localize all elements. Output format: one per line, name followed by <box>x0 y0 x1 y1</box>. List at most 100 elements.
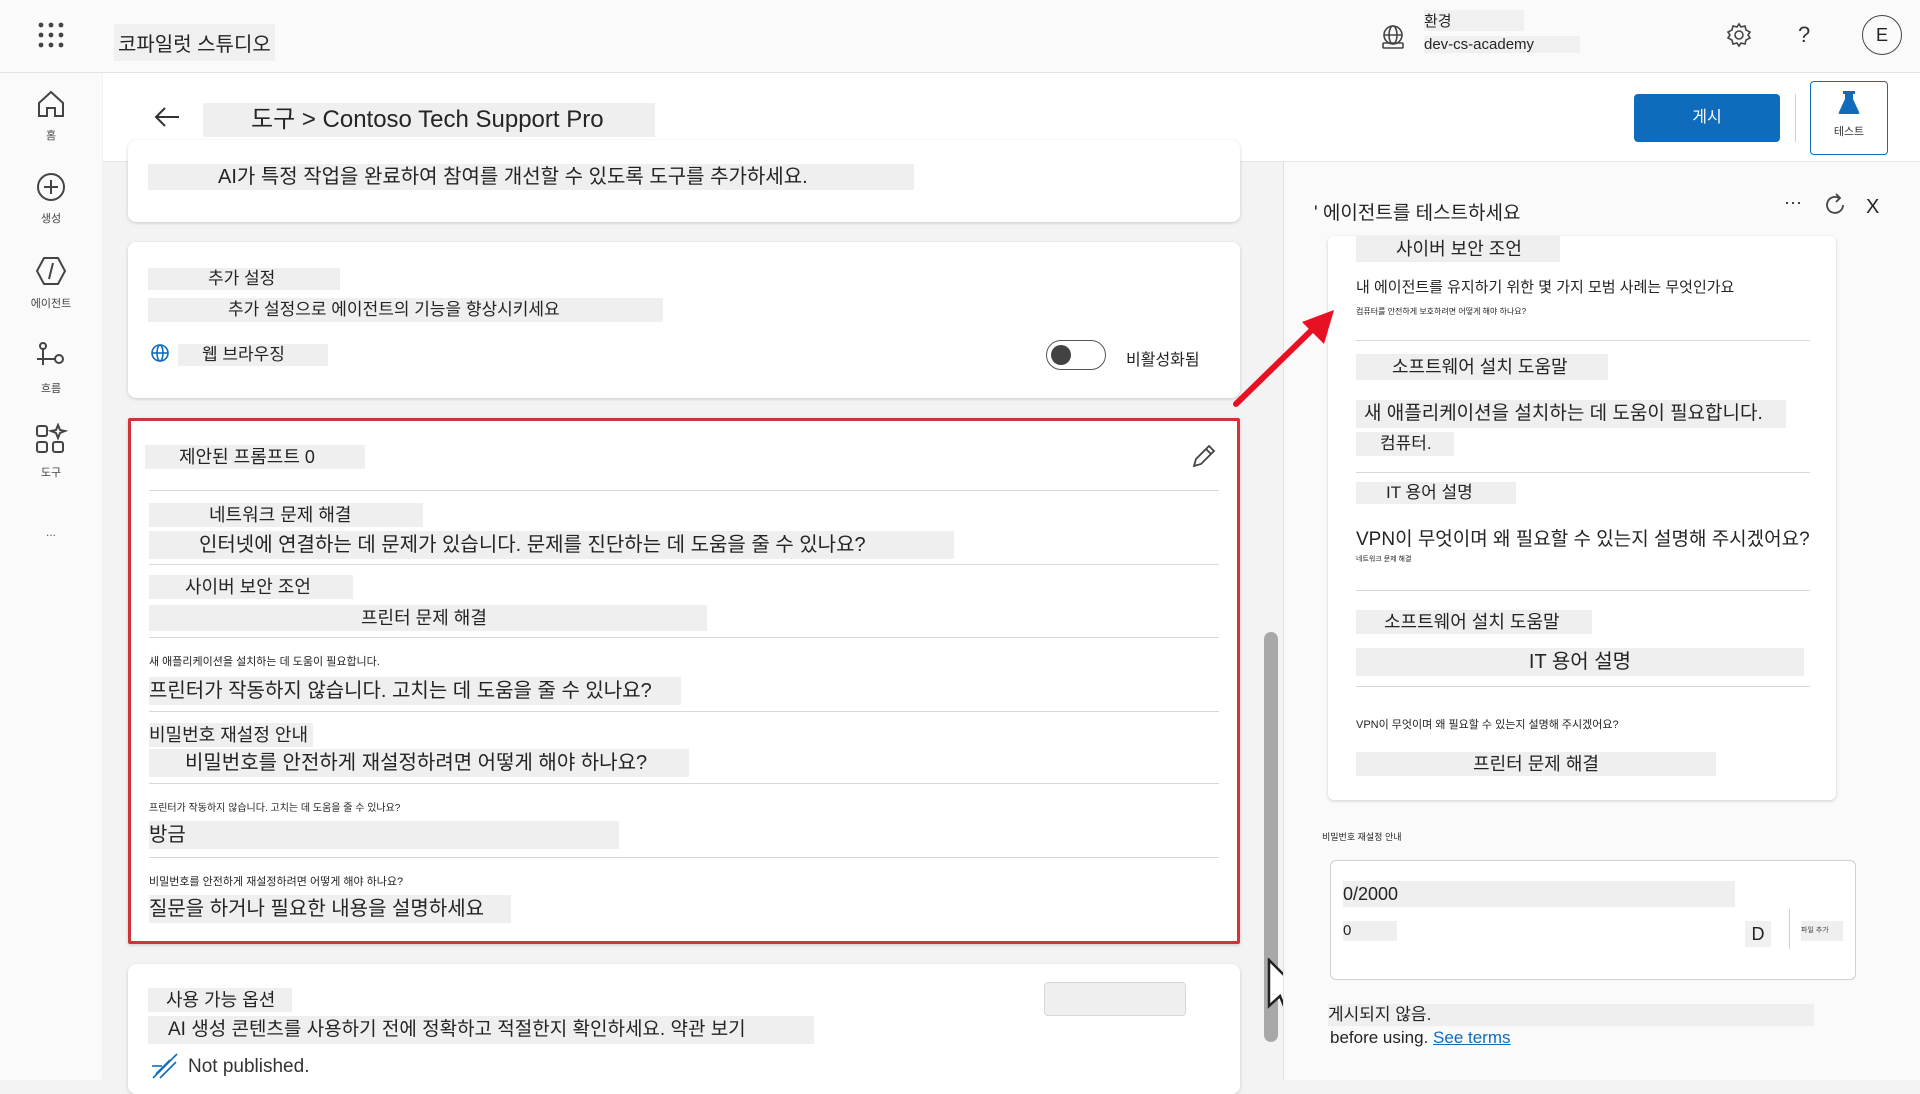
toggle-status: 비활성화됨 <box>1126 352 1200 369</box>
prompts-divider <box>149 637 1219 638</box>
nav-create[interactable]: 생성 <box>0 171 102 226</box>
test-button-label: 테스트 <box>1833 126 1865 138</box>
prompts-divider <box>149 783 1219 784</box>
suggestion-text[interactable]: 내 에이전트를 유지하기 위한 몇 가지 모범 사례는 무엇인가요 <box>1356 276 1734 297</box>
prompt-text: 프린터 문제 해결 <box>149 605 707 631</box>
disclaimer-line-2: before using. See terms <box>1330 1028 1511 1048</box>
input-divider <box>1789 909 1790 949</box>
left-nav-rail: 홈 생성 에이전트 흐름 도구 ... <box>0 73 102 1080</box>
quill-icon <box>150 1052 180 1080</box>
help-button[interactable]: ? <box>1798 22 1810 48</box>
top-bar: 코파일럿 스튜디오 환경 dev-cs-academy ? E <box>0 0 1920 73</box>
edit-pencil-icon[interactable] <box>1189 443 1217 471</box>
nav-tools[interactable]: 도구 <box>0 422 102 480</box>
suggestion-title[interactable]: 사이버 보안 조언 <box>1356 236 1560 262</box>
environment-value[interactable]: dev-cs-academy <box>1424 36 1580 53</box>
refresh-icon[interactable] <box>1822 192 1848 218</box>
app-launcher-icon[interactable] <box>38 22 64 48</box>
see-terms-link[interactable]: See terms <box>1433 1028 1510 1047</box>
suggested-prompts-card: 제안된 프롬프트 0 네트워크 문제 해결 인터넷에 연결하는 데 문제가 있습… <box>128 418 1240 944</box>
send-button[interactable]: D <box>1745 921 1771 947</box>
flask-icon <box>1838 91 1860 114</box>
nav-flows-label: 흐름 <box>40 383 62 395</box>
char-count: 0/2000 <box>1343 881 1735 907</box>
nav-flows[interactable]: 흐름 <box>0 341 102 396</box>
prompt-title: 프린터가 작동하지 않습니다. 고치는 데 도움을 줄 수 있나요? <box>149 803 401 814</box>
prompts-divider <box>149 711 1219 712</box>
disclaimer-before-using: before using. <box>1330 1028 1429 1047</box>
globe-icon <box>150 342 170 364</box>
prompt-title: 사이버 보안 조언 <box>149 575 353 599</box>
test-agent-panel: ' 에이전트를 테스트하세요 ··· X 사이버 보안 조언 내 에이전트를 유… <box>1283 162 1920 1080</box>
nav-agents[interactable]: 에이전트 <box>0 254 102 311</box>
annotation-arrow-icon <box>1226 306 1342 410</box>
home-icon <box>38 90 64 117</box>
prompt-title: 비밀번호 재설정 안내 <box>149 723 313 747</box>
available-options-card: 사용 가능 옵션 AI 생성 콘텐츠를 사용하기 전에 정확하고 적절한지 확인… <box>128 964 1240 1094</box>
options-badge <box>1044 982 1186 1016</box>
nav-agents-label: 에이전트 <box>30 298 72 310</box>
options-title: 사용 가능 옵션 <box>148 988 292 1012</box>
suggestion-title[interactable]: VPN이 무엇이며 왜 필요할 수 있는지 설명해 주시겠어요? <box>1356 716 1619 732</box>
suggestion-text[interactable]: VPN이 무엇이며 왜 필요할 수 있는지 설명해 주시겠어요? <box>1356 524 1810 551</box>
suggestions-card: 사이버 보안 조언 내 에이전트를 유지하기 위한 몇 가지 모범 사례는 무엇… <box>1328 236 1836 800</box>
suggestion-divider <box>1356 472 1810 473</box>
plus-circle-icon <box>37 173 65 201</box>
close-panel-button[interactable]: X <box>1866 196 1879 219</box>
web-browsing-label: 웹 브라우징 <box>178 344 328 366</box>
settings-gear-icon[interactable] <box>1726 22 1752 48</box>
agents-icon <box>35 257 67 285</box>
prompt-title: 네트워크 문제 해결 <box>149 503 423 527</box>
flows-icon <box>37 342 64 365</box>
prompt-text: 질문을 하거나 필요한 내용을 설명하세요 <box>149 895 511 923</box>
settings-subtitle: 추가 설정으로 에이전트의 기능을 향상시키세요 <box>148 298 663 322</box>
prompt-title: 비밀번호를 안전하게 재설정하려면 어떻게 해야 하나요? <box>149 876 404 888</box>
prompts-divider <box>149 857 1219 858</box>
suggestion-text[interactable]: 새 애플리케이션을 설치하는 데 도움이 필요합니다. <box>1356 400 1786 428</box>
suggestion-small: 네트워크 문제 해결 <box>1356 556 1412 563</box>
breadcrumb: 도구 > Contoso Tech Support Pro <box>203 103 655 137</box>
nav-home-label: 홈 <box>45 130 57 142</box>
nav-home[interactable]: 홈 <box>0 88 102 143</box>
prompt-text: 방금 <box>149 821 619 849</box>
prompt-text: 인터넷에 연결하는 데 문제가 있습니다. 문제를 진단하는 데 도움을 줄 수… <box>149 531 954 559</box>
prompt-text: 비밀번호를 안전하게 재설정하려면 어떻게 해야 하나요? <box>149 749 689 777</box>
suggestion-title[interactable]: 소프트웨어 설치 도움말 <box>1356 354 1608 380</box>
test-panel-title: ' 에이전트를 테스트하세요 <box>1314 203 1521 224</box>
tools-description: AI가 특정 작업을 완료하여 참여를 개선할 수 있도록 도구를 추가하세요. <box>148 164 914 190</box>
user-avatar[interactable]: E <box>1862 15 1902 55</box>
prompt-title: 새 애플리케이션을 설치하는 데 도움이 필요합니다. <box>149 656 380 668</box>
chat-input-box[interactable]: 0/2000 0 D 파일 추가 <box>1330 860 1856 980</box>
suggestion-text[interactable]: 프린터 문제 해결 <box>1356 752 1716 776</box>
header-divider <box>1795 94 1796 142</box>
below-card-text: 비밀번호 재설정 안내 <box>1322 832 1402 842</box>
more-options-button[interactable]: ··· <box>1784 192 1802 213</box>
test-button[interactable]: 테스트 <box>1810 81 1888 155</box>
suggestion-divider <box>1356 590 1810 591</box>
publish-button[interactable]: 게시 <box>1634 94 1780 142</box>
back-arrow-icon[interactable] <box>153 103 181 131</box>
prompt-text: 프린터가 작동하지 않습니다. 고치는 데 도움을 줄 수 있나요? <box>149 677 681 705</box>
attach-button[interactable]: 파일 추가 <box>1801 921 1843 941</box>
suggestion-title[interactable]: 소프트웨어 설치 도움말 <box>1356 610 1592 634</box>
app-title[interactable]: 코파일럿 스튜디오 <box>114 24 275 61</box>
disclaimer-line-1: 게시되지 않음. <box>1328 1004 1814 1026</box>
tools-icon <box>36 422 69 453</box>
toggle-knob <box>1051 345 1071 365</box>
chat-input-value[interactable]: 0 <box>1343 921 1397 941</box>
suggestion-text[interactable]: IT 용어 설명 <box>1356 648 1804 676</box>
additional-settings-card: 추가 설정 추가 설정으로 에이전트의 기능을 향상시키세요 웹 브라우징 비활… <box>128 242 1240 398</box>
suggestion-small: 컴퓨터를 안전하게 보호하려면 어떻게 해야 하나요? <box>1356 307 1527 316</box>
suggestion-title[interactable]: IT 용어 설명 <box>1356 482 1516 504</box>
nav-more[interactable]: ... <box>0 525 102 539</box>
options-footer: Not published. <box>188 1056 310 1077</box>
environment-icon[interactable] <box>1380 24 1406 50</box>
settings-title: 추가 설정 <box>148 268 340 290</box>
nav-tools-label: 도구 <box>40 467 62 479</box>
suggestion-small: 컴퓨터. <box>1356 432 1454 456</box>
tools-card: AI가 특정 작업을 완료하여 참여를 개선할 수 있도록 도구를 추가하세요. <box>128 140 1240 222</box>
prompts-divider <box>149 490 1219 491</box>
suggestion-divider <box>1356 686 1810 687</box>
web-browsing-toggle[interactable] <box>1046 340 1106 370</box>
nav-create-label: 생성 <box>40 213 62 225</box>
